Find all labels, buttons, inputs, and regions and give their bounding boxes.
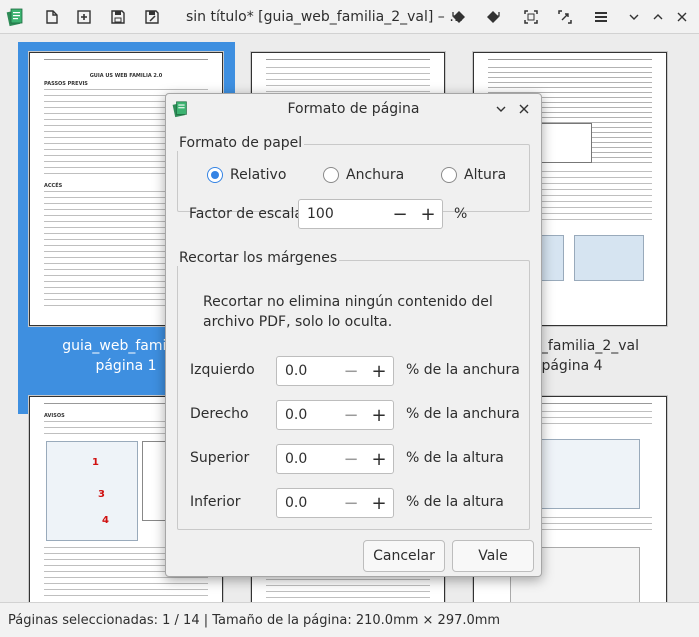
decrement-icon[interactable]: − xyxy=(340,492,362,514)
scale-factor-unit: % xyxy=(454,206,468,222)
add-icon[interactable] xyxy=(74,7,94,27)
page-format-dialog: Formato de página Formato de papel Relat… xyxy=(165,93,542,577)
dialog-minimize-icon[interactable] xyxy=(492,100,510,118)
increment-icon[interactable]: + xyxy=(368,448,390,470)
radio-relative[interactable]: Relativo xyxy=(207,167,286,183)
increment-icon[interactable]: + xyxy=(368,404,390,426)
dialog-title: Formato de página xyxy=(287,101,420,117)
crop-margins-label: Recortar los márgenes xyxy=(177,250,340,266)
status-bar: Páginas seleccionadas: 1 / 14 | Tamaño d… xyxy=(0,602,699,637)
radio-label: Altura xyxy=(464,167,507,183)
scale-factor-spinner[interactable]: 100 − + xyxy=(298,199,443,229)
paper-format-label: Formato de papel xyxy=(177,135,305,151)
margin-bottom-unit: % de la altura xyxy=(406,494,504,510)
scale-factor-label: Factor de escala xyxy=(189,206,303,222)
margin-top-spinner[interactable]: 0.0 − + xyxy=(276,444,394,474)
margin-bottom-spinner[interactable]: 0.0 − + xyxy=(276,488,394,518)
decrement-icon[interactable]: − xyxy=(340,404,362,426)
scale-factor-value[interactable]: 100 xyxy=(307,206,334,222)
decrement-icon[interactable]: − xyxy=(389,203,411,225)
save-as-icon[interactable] xyxy=(142,7,162,27)
radio-label: Anchura xyxy=(346,167,405,183)
increment-icon[interactable]: + xyxy=(368,360,390,382)
page-heading: GUIA US WEB FAMILIA 2.0 xyxy=(89,73,163,79)
radio-width[interactable]: Anchura xyxy=(323,167,404,183)
ok-button[interactable]: Vale xyxy=(452,540,534,572)
rotate-right-icon[interactable] xyxy=(483,7,503,27)
dialog-title-bar: Formato de página xyxy=(166,94,541,124)
crop-note: Recortar no elimina ningún contenido del… xyxy=(203,294,493,330)
margin-left-spinner[interactable]: 0.0 − + xyxy=(276,356,394,386)
margin-bottom-label: Inferior xyxy=(190,494,241,510)
radio-indicator[interactable] xyxy=(323,167,339,183)
page-mark: 1 xyxy=(92,457,99,468)
page-subheading: PASSOS PREVIS xyxy=(44,81,88,87)
rotate-left-icon[interactable] xyxy=(449,7,469,27)
margin-right-unit: % de la anchura xyxy=(406,406,520,422)
margin-bottom-value[interactable]: 0.0 xyxy=(285,495,307,511)
status-text: Páginas seleccionadas: 1 / 14 | Tamaño d… xyxy=(8,613,501,628)
page-mark: 3 xyxy=(98,489,105,500)
margin-right-label: Derecho xyxy=(190,406,249,422)
window-title: sin título* [guia_web_familia_2_val] – … xyxy=(186,9,464,25)
close-icon[interactable] xyxy=(672,7,692,27)
decrement-icon[interactable]: − xyxy=(340,448,362,470)
decrement-icon[interactable]: − xyxy=(340,360,362,382)
maximize-icon[interactable] xyxy=(648,7,668,27)
page-mark: 4 xyxy=(102,515,109,526)
app-icon xyxy=(6,7,26,27)
margin-top-label: Superior xyxy=(190,450,250,466)
margin-left-value[interactable]: 0.0 xyxy=(285,363,307,379)
margin-right-spinner[interactable]: 0.0 − + xyxy=(276,400,394,430)
open-icon[interactable] xyxy=(42,7,62,27)
save-icon[interactable] xyxy=(108,7,128,27)
radio-label: Relativo xyxy=(230,167,287,183)
page-section: ACCÉS xyxy=(44,183,63,189)
radio-indicator[interactable] xyxy=(207,167,223,183)
margin-top-value[interactable]: 0.0 xyxy=(285,451,307,467)
margin-right-value[interactable]: 0.0 xyxy=(285,407,307,423)
page-heading: AVISOS xyxy=(44,413,65,419)
increment-icon[interactable]: + xyxy=(368,492,390,514)
margin-left-unit: % de la anchura xyxy=(406,362,520,378)
title-bar: sin título* [guia_web_familia_2_val] – … xyxy=(0,0,699,34)
menu-icon[interactable] xyxy=(591,7,611,27)
zoom-icon[interactable] xyxy=(555,7,575,27)
radio-indicator[interactable] xyxy=(441,167,457,183)
cancel-button[interactable]: Cancelar xyxy=(363,540,445,572)
margin-left-label: Izquierdo xyxy=(190,362,255,378)
dialog-close-icon[interactable] xyxy=(515,100,533,118)
margin-top-unit: % de la altura xyxy=(406,450,504,466)
increment-icon[interactable]: + xyxy=(417,203,439,225)
minimize-icon[interactable] xyxy=(624,7,644,27)
radio-height[interactable]: Altura xyxy=(441,167,506,183)
crop-icon[interactable] xyxy=(521,7,541,27)
